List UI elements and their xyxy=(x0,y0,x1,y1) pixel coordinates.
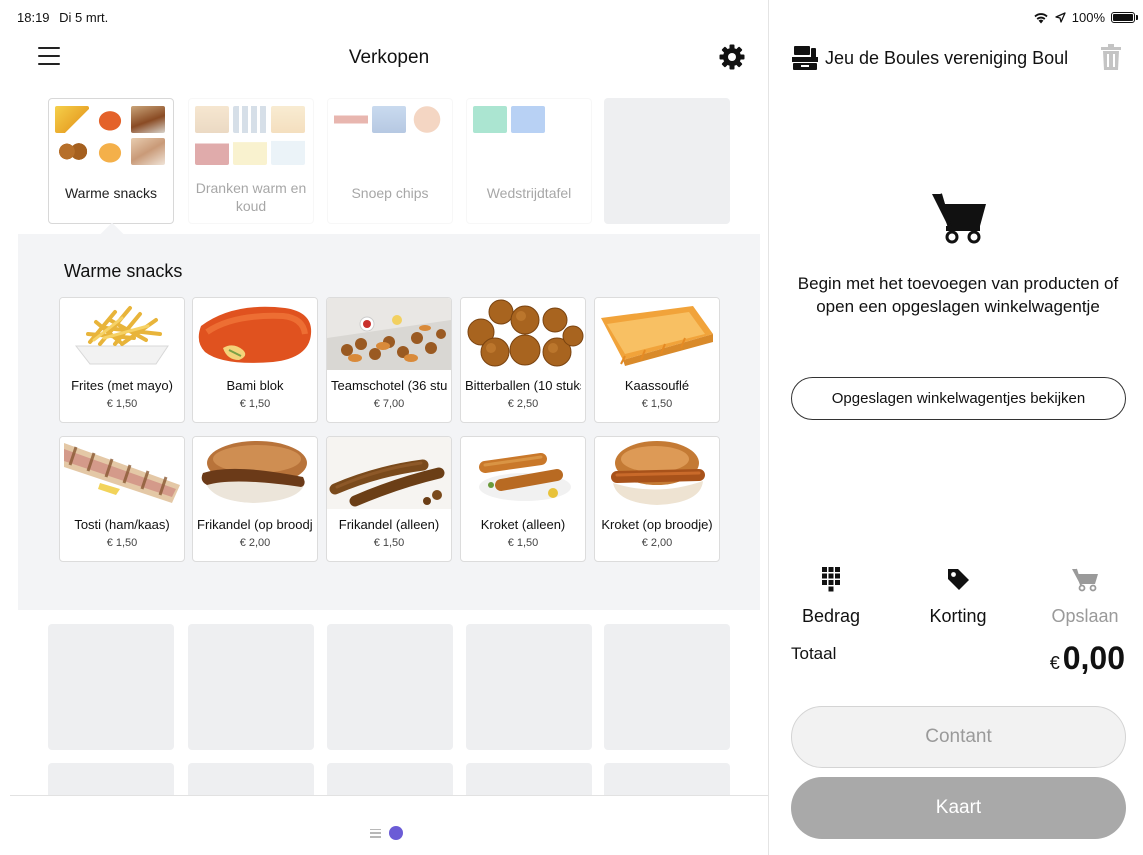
product-price: € 2,00 xyxy=(641,537,673,549)
category-label: Warme snacks xyxy=(64,185,158,201)
kroket-broodje-image xyxy=(595,437,719,509)
discount-button[interactable]: Korting xyxy=(903,566,1013,627)
product-price: € 1,50 xyxy=(106,537,138,549)
product-name: Kroket (alleen) xyxy=(480,517,566,532)
product-price: € 7,00 xyxy=(373,398,405,410)
discount-label: Korting xyxy=(929,606,987,626)
empty-category-slot xyxy=(48,624,174,750)
category-thumbnails xyxy=(334,106,448,133)
product-name: Teamschotel (36 stuks) xyxy=(331,378,447,393)
empty-category-slot xyxy=(466,624,592,750)
category-wedstrijdtafel[interactable]: Wedstrijdtafel xyxy=(466,98,592,224)
product-price: € 1,50 xyxy=(641,398,673,410)
empty-category-slot xyxy=(604,624,730,750)
trash-icon[interactable] xyxy=(1100,43,1122,71)
page-indicator[interactable] xyxy=(370,826,403,840)
cash-register-icon xyxy=(792,46,818,70)
category-label: Snoep chips xyxy=(351,185,429,201)
frikandel-image xyxy=(327,437,451,509)
wifi-icon xyxy=(1034,12,1048,23)
section-title: Warme snacks xyxy=(64,261,183,281)
pay-cash-button[interactable]: Contant xyxy=(791,706,1126,768)
empty-cart-message: Begin met het toevoegen van producten of… xyxy=(797,274,1119,316)
category-snoep-chips[interactable]: Snoep chips xyxy=(327,98,453,224)
tosti-image xyxy=(60,437,184,509)
page-title: Verkopen xyxy=(348,47,430,68)
product-name: Frites (met mayo) xyxy=(71,378,173,393)
product-name: Tosti (ham/kaas) xyxy=(74,517,170,532)
kaassoufle-image xyxy=(595,298,719,370)
save-cart-button[interactable]: Opslaan xyxy=(1030,566,1140,627)
battery-percent: 100% xyxy=(1071,10,1105,25)
frikandel-broodje-image xyxy=(193,437,317,509)
register-name[interactable]: Jeu de Boules vereniging Boul xyxy=(825,48,1068,69)
amount-button[interactable]: Bedrag xyxy=(776,566,886,627)
product-price: € 1,50 xyxy=(373,537,405,549)
category-label: Wedstrijdtafel xyxy=(486,185,572,201)
total-value: 0,00 xyxy=(1062,640,1125,676)
category-thumbnails xyxy=(55,106,169,165)
settings-gear-icon[interactable] xyxy=(718,43,746,71)
product-tile[interactable]: Tosti (ham/kaas) € 1,50 xyxy=(59,436,185,562)
product-price: € 2,00 xyxy=(239,537,271,549)
status-bar-right: 100% xyxy=(1033,10,1138,25)
empty-cart-icon xyxy=(932,193,986,244)
empty-category-slot xyxy=(327,624,453,750)
category-dranken[interactable]: Dranken warm en koud xyxy=(188,98,314,224)
product-name: Kroket (op broodje) xyxy=(601,517,713,532)
product-tile[interactable]: Kroket (alleen) € 1,50 xyxy=(460,436,586,562)
bottom-divider xyxy=(10,795,768,796)
teamschotel-image xyxy=(327,298,451,370)
empty-category-slot xyxy=(188,624,314,750)
product-price: € 1,50 xyxy=(106,398,138,410)
product-price: € 1,50 xyxy=(507,537,539,549)
view-saved-carts-button[interactable]: Opgeslagen winkelwagentjes bekijken xyxy=(791,377,1126,420)
product-tile[interactable]: Kaassouflé € 1,50 xyxy=(594,297,720,423)
list-page-icon[interactable] xyxy=(370,828,381,838)
save-cart-label: Opslaan xyxy=(1051,606,1119,626)
product-tile[interactable]: Kroket (op broodje) € 2,00 xyxy=(594,436,720,562)
product-tile[interactable]: Teamschotel (36 stuks) € 7,00 xyxy=(326,297,452,423)
cart-icon xyxy=(1072,568,1098,592)
product-name: Kaassouflé xyxy=(624,378,690,393)
product-name: Bami blok xyxy=(226,378,284,393)
active-page-dot[interactable] xyxy=(389,826,403,840)
total-amount: € 0,00 xyxy=(1050,640,1125,677)
empty-category-slot xyxy=(604,98,730,224)
pay-card-button[interactable]: Kaart xyxy=(791,777,1126,839)
product-name: Frikandel (op broodje) xyxy=(197,517,313,532)
product-name: Bitterballen (10 stuks) xyxy=(465,378,581,393)
bami-blok-image xyxy=(193,298,317,370)
category-thumbnails xyxy=(195,106,309,165)
product-price: € 1,50 xyxy=(239,398,271,410)
product-tile[interactable]: Frikandel (alleen) € 1,50 xyxy=(326,436,452,562)
location-arrow-icon xyxy=(1055,12,1066,23)
category-thumbnails xyxy=(473,106,587,133)
product-tile[interactable]: Bitterballen (10 stuks) € 2,50 xyxy=(460,297,586,423)
panel-divider xyxy=(768,0,769,855)
product-panel: Verkopen Warme snacks Dranken warm en ko… xyxy=(0,0,768,855)
fries-image xyxy=(60,298,184,370)
bitterballen-image xyxy=(461,298,585,370)
keypad-icon xyxy=(822,567,840,592)
amount-label: Bedrag xyxy=(801,606,861,626)
product-tile[interactable]: Bami blok € 1,50 xyxy=(192,297,318,423)
category-label: Dranken warm en koud xyxy=(195,180,307,214)
tag-icon xyxy=(948,569,969,590)
total-label: Totaal xyxy=(791,644,837,663)
battery-icon xyxy=(1111,12,1138,23)
product-tile[interactable]: Frites (met mayo) € 1,50 xyxy=(59,297,185,423)
product-price: € 2,50 xyxy=(507,398,539,410)
product-name: Frikandel (alleen) xyxy=(338,517,440,532)
kroket-image xyxy=(461,437,585,509)
category-warme-snacks[interactable]: Warme snacks xyxy=(48,98,174,224)
currency-symbol: € xyxy=(1049,653,1060,673)
product-tile[interactable]: Frikandel (op broodje) € 2,00 xyxy=(192,436,318,562)
